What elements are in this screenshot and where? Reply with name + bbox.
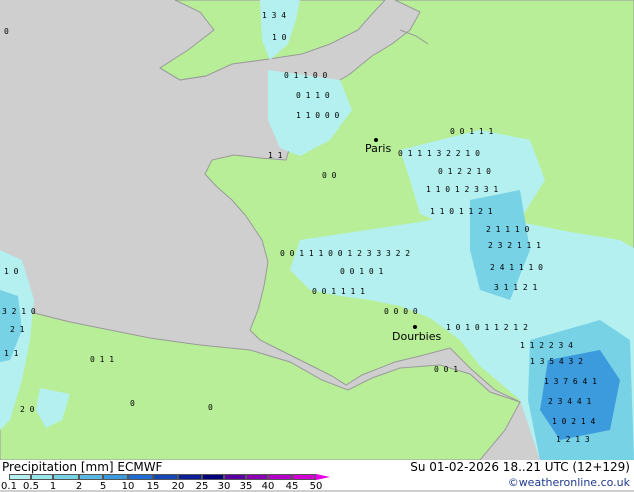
map-title: Precipitation [mm] ECMWF — [2, 460, 163, 474]
legend-tick-label: 0.5 — [23, 481, 39, 492]
legend-swatch — [202, 474, 224, 480]
svg-text:3 2 1 0: 3 2 1 0 — [2, 307, 36, 316]
legend-swatch — [128, 474, 153, 480]
valid-datetime: Su 01-02-2026 18..21 UTC (12+129) — [410, 460, 630, 474]
svg-text:1 3 7 6 4 1: 1 3 7 6 4 1 — [544, 377, 597, 386]
svg-text:2 3 4 4 1: 2 3 4 4 1 — [548, 397, 592, 406]
svg-text:1 1 2 2 3 4: 1 1 2 2 3 4 — [520, 341, 573, 350]
svg-text:0: 0 — [4, 27, 9, 36]
svg-text:0 0 1 1 1 0 0 1 2 3 3 3 2 2: 0 0 1 1 1 0 0 1 2 3 3 3 2 2 — [280, 249, 410, 258]
legend-tick-label: 25 — [195, 481, 209, 492]
legend-swatch — [31, 474, 53, 480]
svg-text:2 1 1 1 0: 2 1 1 1 0 — [486, 225, 530, 234]
city-label-dourbies: Dourbies — [392, 330, 442, 343]
legend-tick-label: 30 — [217, 481, 231, 492]
svg-text:1 2 1 3: 1 2 1 3 — [556, 435, 590, 444]
legend-tick-label: 0.1 — [1, 481, 17, 492]
legend-swatch — [178, 474, 202, 480]
svg-text:0 1 1 1 3 2 2 1 0: 0 1 1 1 3 2 2 1 0 — [398, 149, 480, 158]
legend-tick-label: 35 — [239, 481, 253, 492]
legend-tick-label: 2 — [75, 481, 83, 492]
svg-text:0 0 0 0: 0 0 0 0 — [384, 307, 418, 316]
svg-text:1 0: 1 0 — [4, 267, 19, 276]
svg-text:1 0 1 0 1 1 2 1 2: 1 0 1 0 1 1 2 1 2 — [446, 323, 528, 332]
legend-swatch — [292, 474, 316, 480]
footer: Precipitation [mm] ECMWF Su 01-02-2026 1… — [0, 460, 634, 492]
svg-text:0 0 1 1 1: 0 0 1 1 1 — [450, 127, 494, 136]
legend-tick-label: 15 — [146, 481, 160, 492]
legend-swatch — [53, 474, 79, 480]
legend-tick-label: 20 — [171, 481, 185, 492]
legend-tick-label: 1 — [49, 481, 57, 492]
svg-text:0 1 1 0 0: 0 1 1 0 0 — [284, 71, 328, 80]
legend-swatch — [246, 474, 268, 480]
legend-tick-label: 45 — [285, 481, 299, 492]
color-legend: 0.1 0.5 1 2 5 10 15 20 25 30 35 40 45 50 — [1, 474, 333, 492]
legend-swatch — [79, 474, 103, 480]
svg-text:0 0 1 1 1 1: 0 0 1 1 1 1 — [312, 287, 365, 296]
svg-text:1 1 0 1 1 2 1: 1 1 0 1 1 2 1 — [430, 207, 493, 216]
city-label-paris: Paris — [365, 142, 391, 155]
precipitation-map: 1 3 4 1 0 0 1 1 0 0 0 1 1 0 1 1 0 0 0 1 … — [0, 0, 634, 460]
svg-text:0 0 1: 0 0 1 — [434, 365, 458, 374]
svg-text:0: 0 — [208, 403, 213, 412]
legend-swatch — [9, 474, 31, 480]
svg-text:0 1 1: 0 1 1 — [90, 355, 114, 364]
svg-text:2 3 2 1 1 1: 2 3 2 1 1 1 — [488, 241, 541, 250]
svg-text:1 1 0 0 0: 1 1 0 0 0 — [296, 111, 340, 120]
svg-text:1 0 2 1 4: 1 0 2 1 4 — [552, 417, 596, 426]
legend-swatch — [268, 474, 292, 480]
legend-swatch — [103, 474, 128, 480]
svg-text:1 1 0 1 2 3 3 1: 1 1 0 1 2 3 3 1 — [426, 185, 498, 194]
legend-arrow — [316, 474, 330, 480]
legend-tick-label: 5 — [99, 481, 107, 492]
legend-tick-label: 40 — [261, 481, 275, 492]
legend-swatch — [224, 474, 246, 480]
legend-swatch — [153, 474, 178, 480]
svg-text:0 0 1 0 1: 0 0 1 0 1 — [340, 267, 384, 276]
credit-link[interactable]: ©weatheronline.co.uk — [508, 476, 630, 489]
svg-text:1 3 4: 1 3 4 — [262, 11, 286, 20]
city-marker-dourbies — [413, 325, 417, 329]
svg-text:0 1 1 0: 0 1 1 0 — [296, 91, 330, 100]
svg-text:1 1: 1 1 — [4, 349, 19, 358]
svg-text:1 1: 1 1 — [268, 151, 283, 160]
svg-text:1 0: 1 0 — [272, 33, 287, 42]
svg-text:0: 0 — [130, 399, 135, 408]
svg-text:1 3 5 4 3 2: 1 3 5 4 3 2 — [530, 357, 583, 366]
legend-tick-label: 50 — [309, 481, 323, 492]
svg-text:2 1: 2 1 — [10, 325, 25, 334]
legend-tick-label: 10 — [121, 481, 135, 492]
svg-text:0 1 2 2 1 0: 0 1 2 2 1 0 — [438, 167, 491, 176]
svg-text:2 4 1 1 1 0: 2 4 1 1 1 0 — [490, 263, 543, 272]
svg-text:2 0: 2 0 — [20, 405, 35, 414]
svg-text:3 1 1 2 1: 3 1 1 2 1 — [494, 283, 538, 292]
svg-text:0 0: 0 0 — [322, 171, 337, 180]
